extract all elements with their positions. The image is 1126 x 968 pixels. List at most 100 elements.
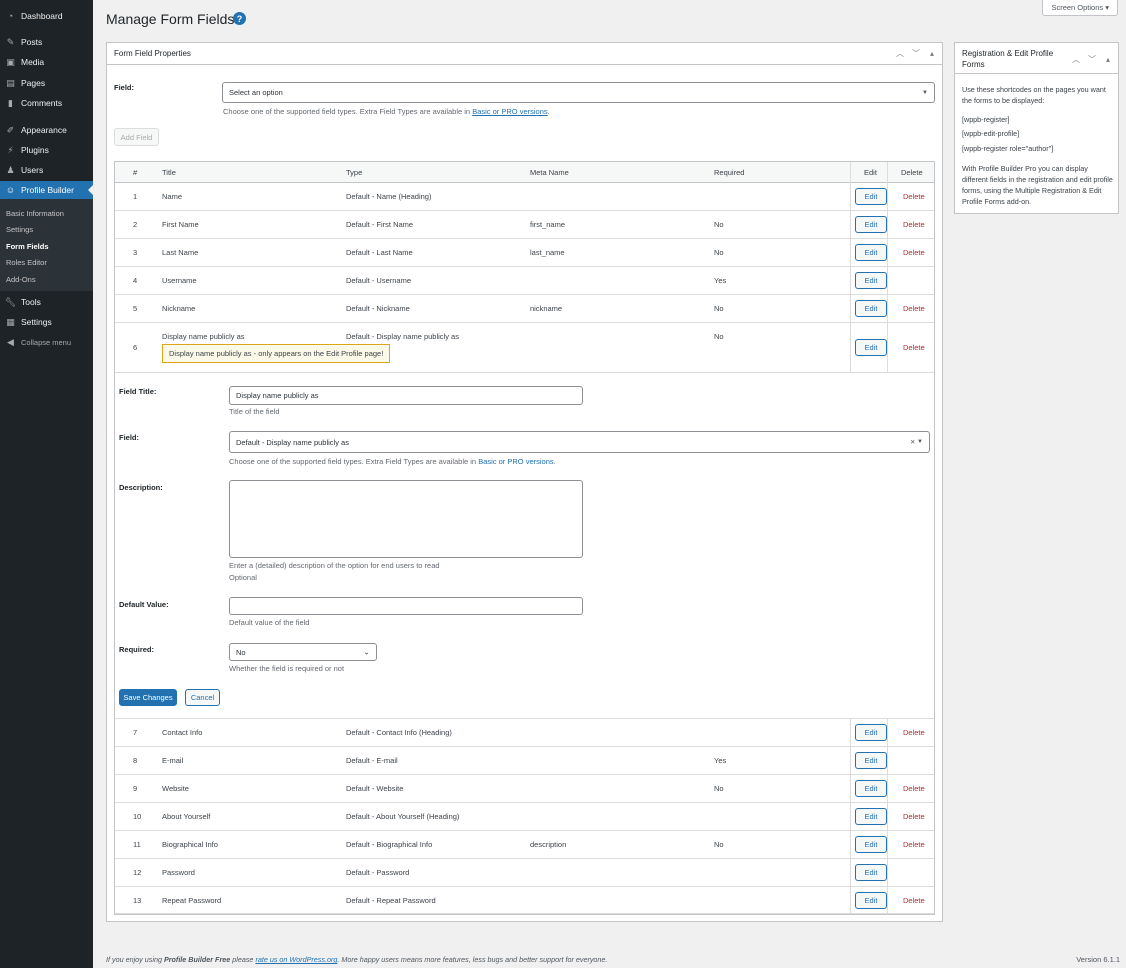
dropdown-arrow-icon: ▼	[922, 89, 928, 96]
sidebar-item-profile-builder[interactable]: ☺ Profile Builder	[0, 181, 93, 199]
edit-button[interactable]: Edit	[855, 244, 887, 261]
delete-link[interactable]: Delete	[903, 192, 925, 201]
side-box-outro: With Profile Builder Pro you can display…	[962, 164, 1113, 206]
clear-selection-icon[interactable]: ×	[910, 438, 915, 447]
row-required: No	[714, 248, 724, 257]
delete-link[interactable]: Delete	[903, 784, 925, 793]
postbox-header: Form Field Properties ︿ ﹀ ▴	[107, 43, 942, 65]
brush-icon: ✐	[6, 124, 15, 135]
edit-button[interactable]: Edit	[855, 216, 887, 233]
column-separator	[887, 831, 888, 859]
move-down-icon[interactable]: ﹀	[910, 47, 922, 59]
collapse-menu-button[interactable]: ◀ Collapse menu	[0, 333, 93, 351]
row-type: Default - Last Name	[346, 248, 413, 257]
edit-button[interactable]: Edit	[855, 724, 887, 741]
field-type-select[interactable]: Select an option ▼	[222, 82, 935, 103]
save-changes-button[interactable]: Save Changes	[119, 689, 177, 706]
description-textarea[interactable]	[229, 480, 583, 558]
sidebar-item-appearance[interactable]: ✐ Appearance	[0, 121, 93, 139]
delete-link[interactable]: Delete	[903, 343, 925, 352]
field-select[interactable]: Default - Display name publicly as × ▼	[229, 431, 930, 453]
versions-link[interactable]: Basic or PRO versions	[472, 107, 547, 116]
table-row: 5 Nickname Default - Nickname nickname No Edi…	[115, 295, 934, 323]
column-separator	[850, 859, 851, 887]
edit-button[interactable]: Edit	[855, 300, 887, 317]
toggle-panel-icon[interactable]: ▴	[926, 47, 938, 59]
field-type-description-suffix: .	[547, 107, 550, 116]
edit-button[interactable]: Edit	[855, 836, 887, 853]
sidebar-item-label: Media	[21, 57, 45, 67]
footer-middle: please	[230, 955, 256, 964]
description-label: Description:	[119, 483, 163, 492]
column-separator	[887, 162, 888, 183]
edit-button[interactable]: Edit	[855, 864, 887, 881]
row-type: Default - Name (Heading)	[346, 192, 432, 201]
row-title: Name	[162, 192, 183, 201]
versions-link[interactable]: Basic or PRO versions	[478, 457, 553, 466]
rate-us-link[interactable]: rate us on WordPress.org	[255, 955, 337, 964]
field-title-label: Field Title:	[119, 387, 157, 396]
submenu-item-form-fields[interactable]: Form Fields	[6, 242, 49, 251]
delete-link[interactable]: Delete	[903, 840, 925, 849]
edit-button[interactable]: Edit	[855, 808, 887, 825]
toggle-panel-icon[interactable]: ▴	[1102, 53, 1114, 65]
edit-button[interactable]: Edit	[855, 272, 887, 289]
edit-button[interactable]: Edit	[855, 188, 887, 205]
row-number: 7	[133, 728, 138, 737]
table-row: 2 First Name Default - First Name first_nam…	[115, 211, 934, 239]
required-select[interactable]: No ⌄	[229, 643, 377, 661]
column-separator	[850, 323, 851, 373]
edit-button[interactable]: Edit	[855, 339, 887, 356]
column-separator	[850, 211, 851, 239]
sidebar-item-media[interactable]: ▣ Media	[0, 53, 93, 71]
footer-product: Profile Builder Free	[163, 955, 231, 964]
sidebar-item-dashboard[interactable]: ◔ Dashboard	[0, 7, 93, 25]
help-icon[interactable]: ?	[233, 12, 246, 25]
submenu-item-basic-information[interactable]: Basic Information	[6, 209, 64, 218]
sidebar-item-posts[interactable]: ✎ Posts	[0, 33, 93, 51]
page-icon: ▤	[6, 77, 15, 88]
divider	[955, 73, 1118, 74]
sidebar-item-plugins[interactable]: ⚡ Plugins	[0, 141, 93, 159]
row-type: Default - About Yourself (Heading)	[346, 812, 460, 821]
screen-options-button[interactable]: Screen Options ▾	[1042, 0, 1118, 16]
submenu-item-add-ons[interactable]: Add-Ons	[6, 275, 36, 284]
move-down-icon[interactable]: ﹀	[1086, 53, 1098, 65]
delete-link[interactable]: Delete	[903, 896, 925, 905]
submenu-item-settings[interactable]: Settings	[6, 225, 33, 234]
delete-link[interactable]: Delete	[903, 248, 925, 257]
cancel-button[interactable]: Cancel	[185, 689, 220, 706]
delete-link[interactable]: Delete	[903, 728, 925, 737]
field-select-description: Choose one of the supported field types.…	[229, 457, 556, 466]
field-title-input[interactable]: Display name publicly as	[229, 386, 583, 405]
field-select-description-suffix: .	[553, 457, 556, 466]
column-separator	[887, 239, 888, 267]
sidebar-item-comments[interactable]: ▮ Comments	[0, 94, 93, 112]
row-number: 5	[133, 304, 138, 313]
table-row: 11 Biographical Info Default - Biographica…	[115, 831, 934, 859]
delete-link[interactable]: Delete	[903, 812, 925, 821]
field-select-label: Field:	[119, 433, 139, 442]
sidebar-item-pages[interactable]: ▤ Pages	[0, 74, 93, 92]
required-label: Required:	[119, 645, 155, 654]
move-up-icon[interactable]: ︿	[1070, 53, 1082, 65]
submenu-item-roles-editor[interactable]: Roles Editor	[6, 258, 47, 267]
default-value-input[interactable]	[229, 597, 583, 615]
version-label: Version 6.1.1	[1076, 955, 1120, 964]
row-number: 2	[133, 220, 138, 229]
edit-button[interactable]: Edit	[855, 780, 887, 797]
sidebar-item-settings[interactable]: ▦ Settings	[0, 313, 93, 331]
sidebar-item-tools[interactable]: 🔧︎ Tools	[0, 293, 93, 311]
row-title: Contact Info	[162, 728, 203, 737]
sidebar-item-label: Profile Builder	[21, 185, 74, 195]
row-type: Default - Repeat Password	[346, 896, 436, 905]
edit-button[interactable]: Edit	[855, 752, 887, 769]
description-help: Enter a (detailed) description of the op…	[229, 561, 440, 570]
sidebar-item-users[interactable]: ♟ Users	[0, 161, 93, 179]
edit-button[interactable]: Edit	[855, 892, 887, 909]
delete-link[interactable]: Delete	[903, 220, 925, 229]
delete-link[interactable]: Delete	[903, 304, 925, 313]
move-up-icon[interactable]: ︿	[894, 47, 906, 59]
row-number: 11	[133, 840, 141, 849]
add-field-button[interactable]: Add Field	[114, 128, 159, 146]
